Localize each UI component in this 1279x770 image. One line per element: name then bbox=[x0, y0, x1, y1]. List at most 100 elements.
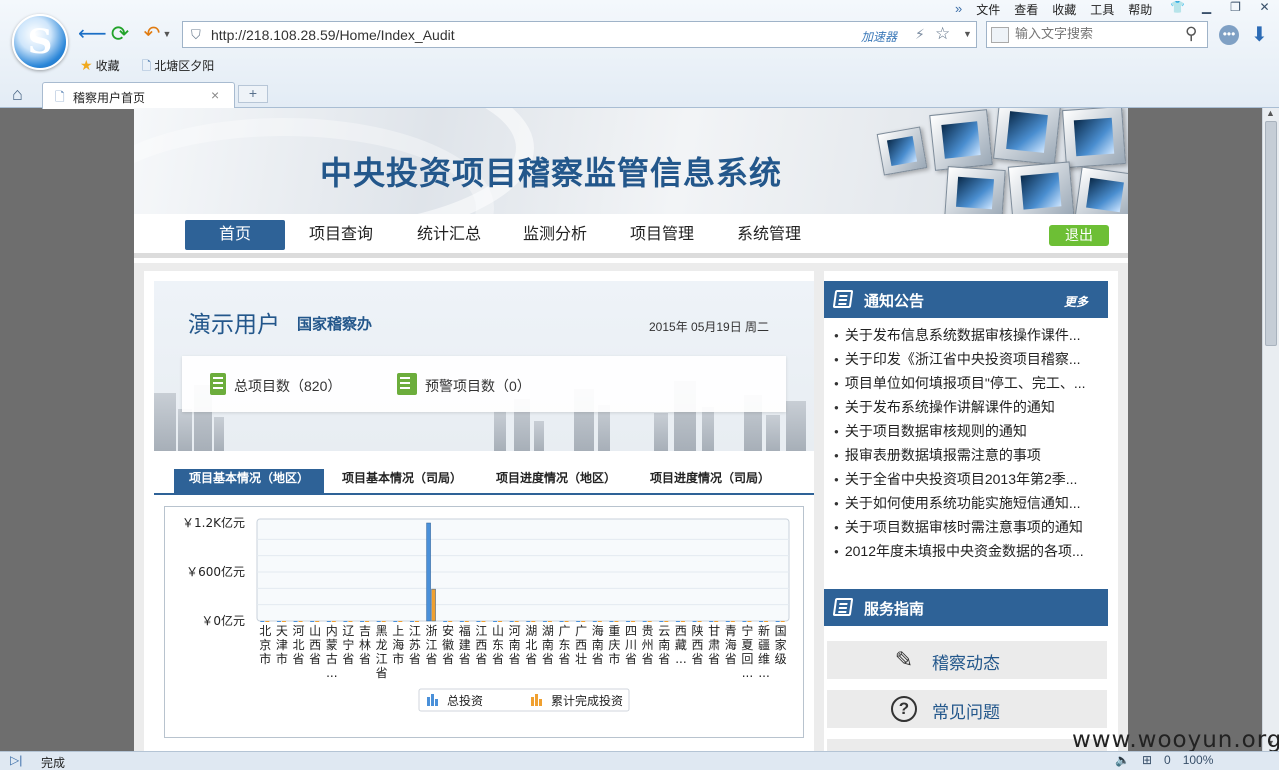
bar-total bbox=[276, 621, 281, 622]
search-box[interactable]: ⚲ bbox=[986, 21, 1208, 48]
bar-total bbox=[642, 621, 647, 622]
search-icon[interactable]: ⚲ bbox=[1185, 24, 1197, 44]
x-tick-label: 海 bbox=[725, 637, 737, 652]
search-engine-icon[interactable] bbox=[991, 27, 1009, 43]
adblock-counter[interactable]: 0 bbox=[1164, 753, 1171, 767]
x-tick-label: 北 bbox=[525, 638, 537, 652]
x-tick-label: 宁 bbox=[342, 637, 354, 652]
refresh-button[interactable]: ⟳ bbox=[108, 23, 132, 45]
bar-completed bbox=[464, 621, 469, 622]
bar-total bbox=[559, 621, 564, 622]
menu-file[interactable]: 文件 bbox=[976, 1, 1000, 19]
menu-favorites[interactable]: 收藏 bbox=[1052, 1, 1076, 19]
notice-item[interactable]: 2012年度未填报中央资金数据的各项... bbox=[834, 539, 1108, 563]
notice-more-link[interactable]: 更多 bbox=[1064, 293, 1088, 310]
menu-tools[interactable]: 工具 bbox=[1090, 1, 1114, 19]
undo-dropdown-icon[interactable]: ▼ bbox=[162, 23, 172, 45]
skyline-building bbox=[702, 407, 714, 451]
legend-swatch bbox=[427, 697, 430, 706]
x-tick-label: 省 bbox=[625, 652, 637, 666]
notice-item[interactable]: 关于发布信息系统数据审核操作课件... bbox=[834, 323, 1108, 347]
bookmark-favorites[interactable]: ★ 收藏 bbox=[80, 57, 120, 78]
nav-statistics[interactable]: 统计汇总 bbox=[399, 220, 499, 250]
nav-project-management[interactable]: 项目管理 bbox=[612, 220, 712, 250]
minimize-button[interactable]: ▁ bbox=[1192, 0, 1221, 14]
guide-more[interactable] bbox=[827, 739, 1107, 751]
notice-item[interactable]: 关于发布系统操作讲解课件的通知 bbox=[834, 395, 1108, 419]
nav-system-management[interactable]: 系统管理 bbox=[719, 220, 819, 250]
tab-basic-bureau[interactable]: 项目基本情况（司局） bbox=[332, 469, 472, 495]
zoom-level[interactable]: 100% bbox=[1183, 753, 1214, 767]
x-tick-label: 省 bbox=[708, 652, 720, 666]
browser-tab[interactable]: 🗋 稽察用户首页 × bbox=[42, 82, 235, 109]
notice-item[interactable]: 关于如何使用系统功能实施短信通知... bbox=[834, 491, 1108, 515]
menu-help[interactable]: 帮助 bbox=[1128, 1, 1152, 19]
nav-monitoring[interactable]: 监测分析 bbox=[505, 220, 605, 250]
security-shield-icon[interactable]: ⛉ bbox=[191, 27, 201, 43]
close-icon[interactable]: × bbox=[211, 87, 219, 103]
x-tick-label: 省 bbox=[658, 652, 670, 666]
guide-faq[interactable]: ? 常见问题 bbox=[827, 690, 1107, 728]
bar-completed bbox=[730, 621, 735, 622]
scrollbar-thumb[interactable] bbox=[1265, 121, 1277, 346]
bar-completed bbox=[714, 621, 719, 622]
user-info-area: 演示用户 国家稽察办 2015年 05月19日 周二 总项目数（820） 预警项… bbox=[154, 281, 814, 451]
edit-icon: ✎ bbox=[894, 647, 914, 672]
vertical-scrollbar[interactable]: ▲ ▼ bbox=[1262, 108, 1279, 751]
logout-button[interactable]: 退出 bbox=[1049, 225, 1109, 246]
x-tick-label: 省 bbox=[542, 652, 554, 666]
scroll-up-icon[interactable]: ▲ bbox=[1266, 108, 1275, 118]
new-tab-button[interactable]: + bbox=[238, 85, 268, 103]
address-url[interactable]: http://218.108.28.59/Home/Index_Audit bbox=[211, 27, 455, 43]
total-projects-count[interactable]: 总项目数（820） bbox=[234, 376, 341, 396]
bookmark-beitang[interactable]: 🗋 北塘区夕阳 bbox=[142, 57, 215, 78]
notice-item[interactable]: 关于印发《浙江省中央投资项目稽察... bbox=[834, 347, 1108, 371]
sidebar-toggle-icon[interactable]: ▷| bbox=[10, 753, 22, 767]
home-icon[interactable]: ⌂ bbox=[12, 84, 23, 105]
menu-view[interactable]: 查看 bbox=[1014, 1, 1038, 19]
favorite-star-icon[interactable]: ☆ bbox=[935, 24, 950, 44]
restore-button[interactable]: ❐ bbox=[1221, 0, 1250, 14]
accelerator-label[interactable]: 加速器 bbox=[861, 28, 897, 45]
main-nav: 首页 项目查询 统计汇总 监测分析 项目管理 系统管理 退出 bbox=[134, 214, 1128, 258]
y-tick-label: ￥600亿元 bbox=[186, 564, 245, 579]
legend-label: 总投资 bbox=[447, 693, 483, 708]
nav-home[interactable]: 首页 bbox=[185, 220, 285, 250]
skin-icon[interactable]: 👕 bbox=[1163, 0, 1192, 14]
x-tick-label: 肃 bbox=[708, 638, 720, 652]
network-icon[interactable]: ⊞ bbox=[1142, 753, 1152, 767]
address-bar[interactable]: ⛉ http://218.108.28.59/Home/Index_Audit … bbox=[182, 21, 977, 48]
bar-completed bbox=[514, 621, 519, 622]
x-tick-label: 建 bbox=[459, 638, 471, 652]
volume-icon[interactable]: 🔈 bbox=[1115, 753, 1130, 767]
tab-progress-region[interactable]: 项目进度情况（地区） bbox=[486, 469, 626, 495]
undo-close-button[interactable]: ↶ bbox=[140, 23, 164, 45]
nav-project-query[interactable]: 项目查询 bbox=[291, 220, 391, 250]
notice-item[interactable]: 报审表册数据填报需注意的事项 bbox=[834, 443, 1108, 467]
bar-total bbox=[742, 621, 747, 622]
tab-basic-region[interactable]: 项目基本情况（地区） bbox=[174, 469, 324, 495]
x-tick-label: 级 bbox=[775, 652, 787, 666]
notice-item[interactable]: 关于项目数据审核时需注意事项的通知 bbox=[834, 515, 1108, 539]
close-window-button[interactable]: ✕ bbox=[1250, 0, 1279, 14]
chart-tabs: 项目基本情况（地区） 项目基本情况（司局） 项目进度情况（地区） 项目进度情况（… bbox=[154, 466, 814, 495]
address-dropdown-icon[interactable]: ▼ bbox=[963, 29, 972, 39]
x-tick-label: 内 bbox=[326, 624, 338, 638]
download-icon[interactable]: ⬇ bbox=[1251, 22, 1268, 47]
menu-expand-icon[interactable]: » bbox=[955, 1, 962, 19]
x-tick-label: 南 bbox=[509, 637, 521, 652]
back-button[interactable]: ⟵ bbox=[78, 23, 107, 45]
x-tick-label: 蒙 bbox=[326, 638, 338, 652]
warning-projects-count[interactable]: 预警项目数（0） bbox=[425, 376, 531, 396]
guide-inspection-news[interactable]: ✎ 稽察动态 bbox=[827, 641, 1107, 679]
bar-completed bbox=[481, 621, 486, 622]
x-tick-label: 省 bbox=[359, 652, 371, 666]
tab-progress-bureau[interactable]: 项目进度情况（司局） bbox=[640, 469, 780, 495]
lightning-icon[interactable]: ⚡ bbox=[915, 26, 925, 43]
notice-item[interactable]: 项目单位如何填报项目"停工、完工、... bbox=[834, 371, 1108, 395]
notice-item[interactable]: 关于项目数据审核规则的通知 bbox=[834, 419, 1108, 443]
more-options-icon[interactable]: ••• bbox=[1219, 25, 1239, 45]
search-input[interactable] bbox=[1015, 27, 1175, 42]
notice-item[interactable]: 关于全省中央投资项目2013年第2季... bbox=[834, 467, 1108, 491]
bar-completed bbox=[631, 621, 636, 622]
